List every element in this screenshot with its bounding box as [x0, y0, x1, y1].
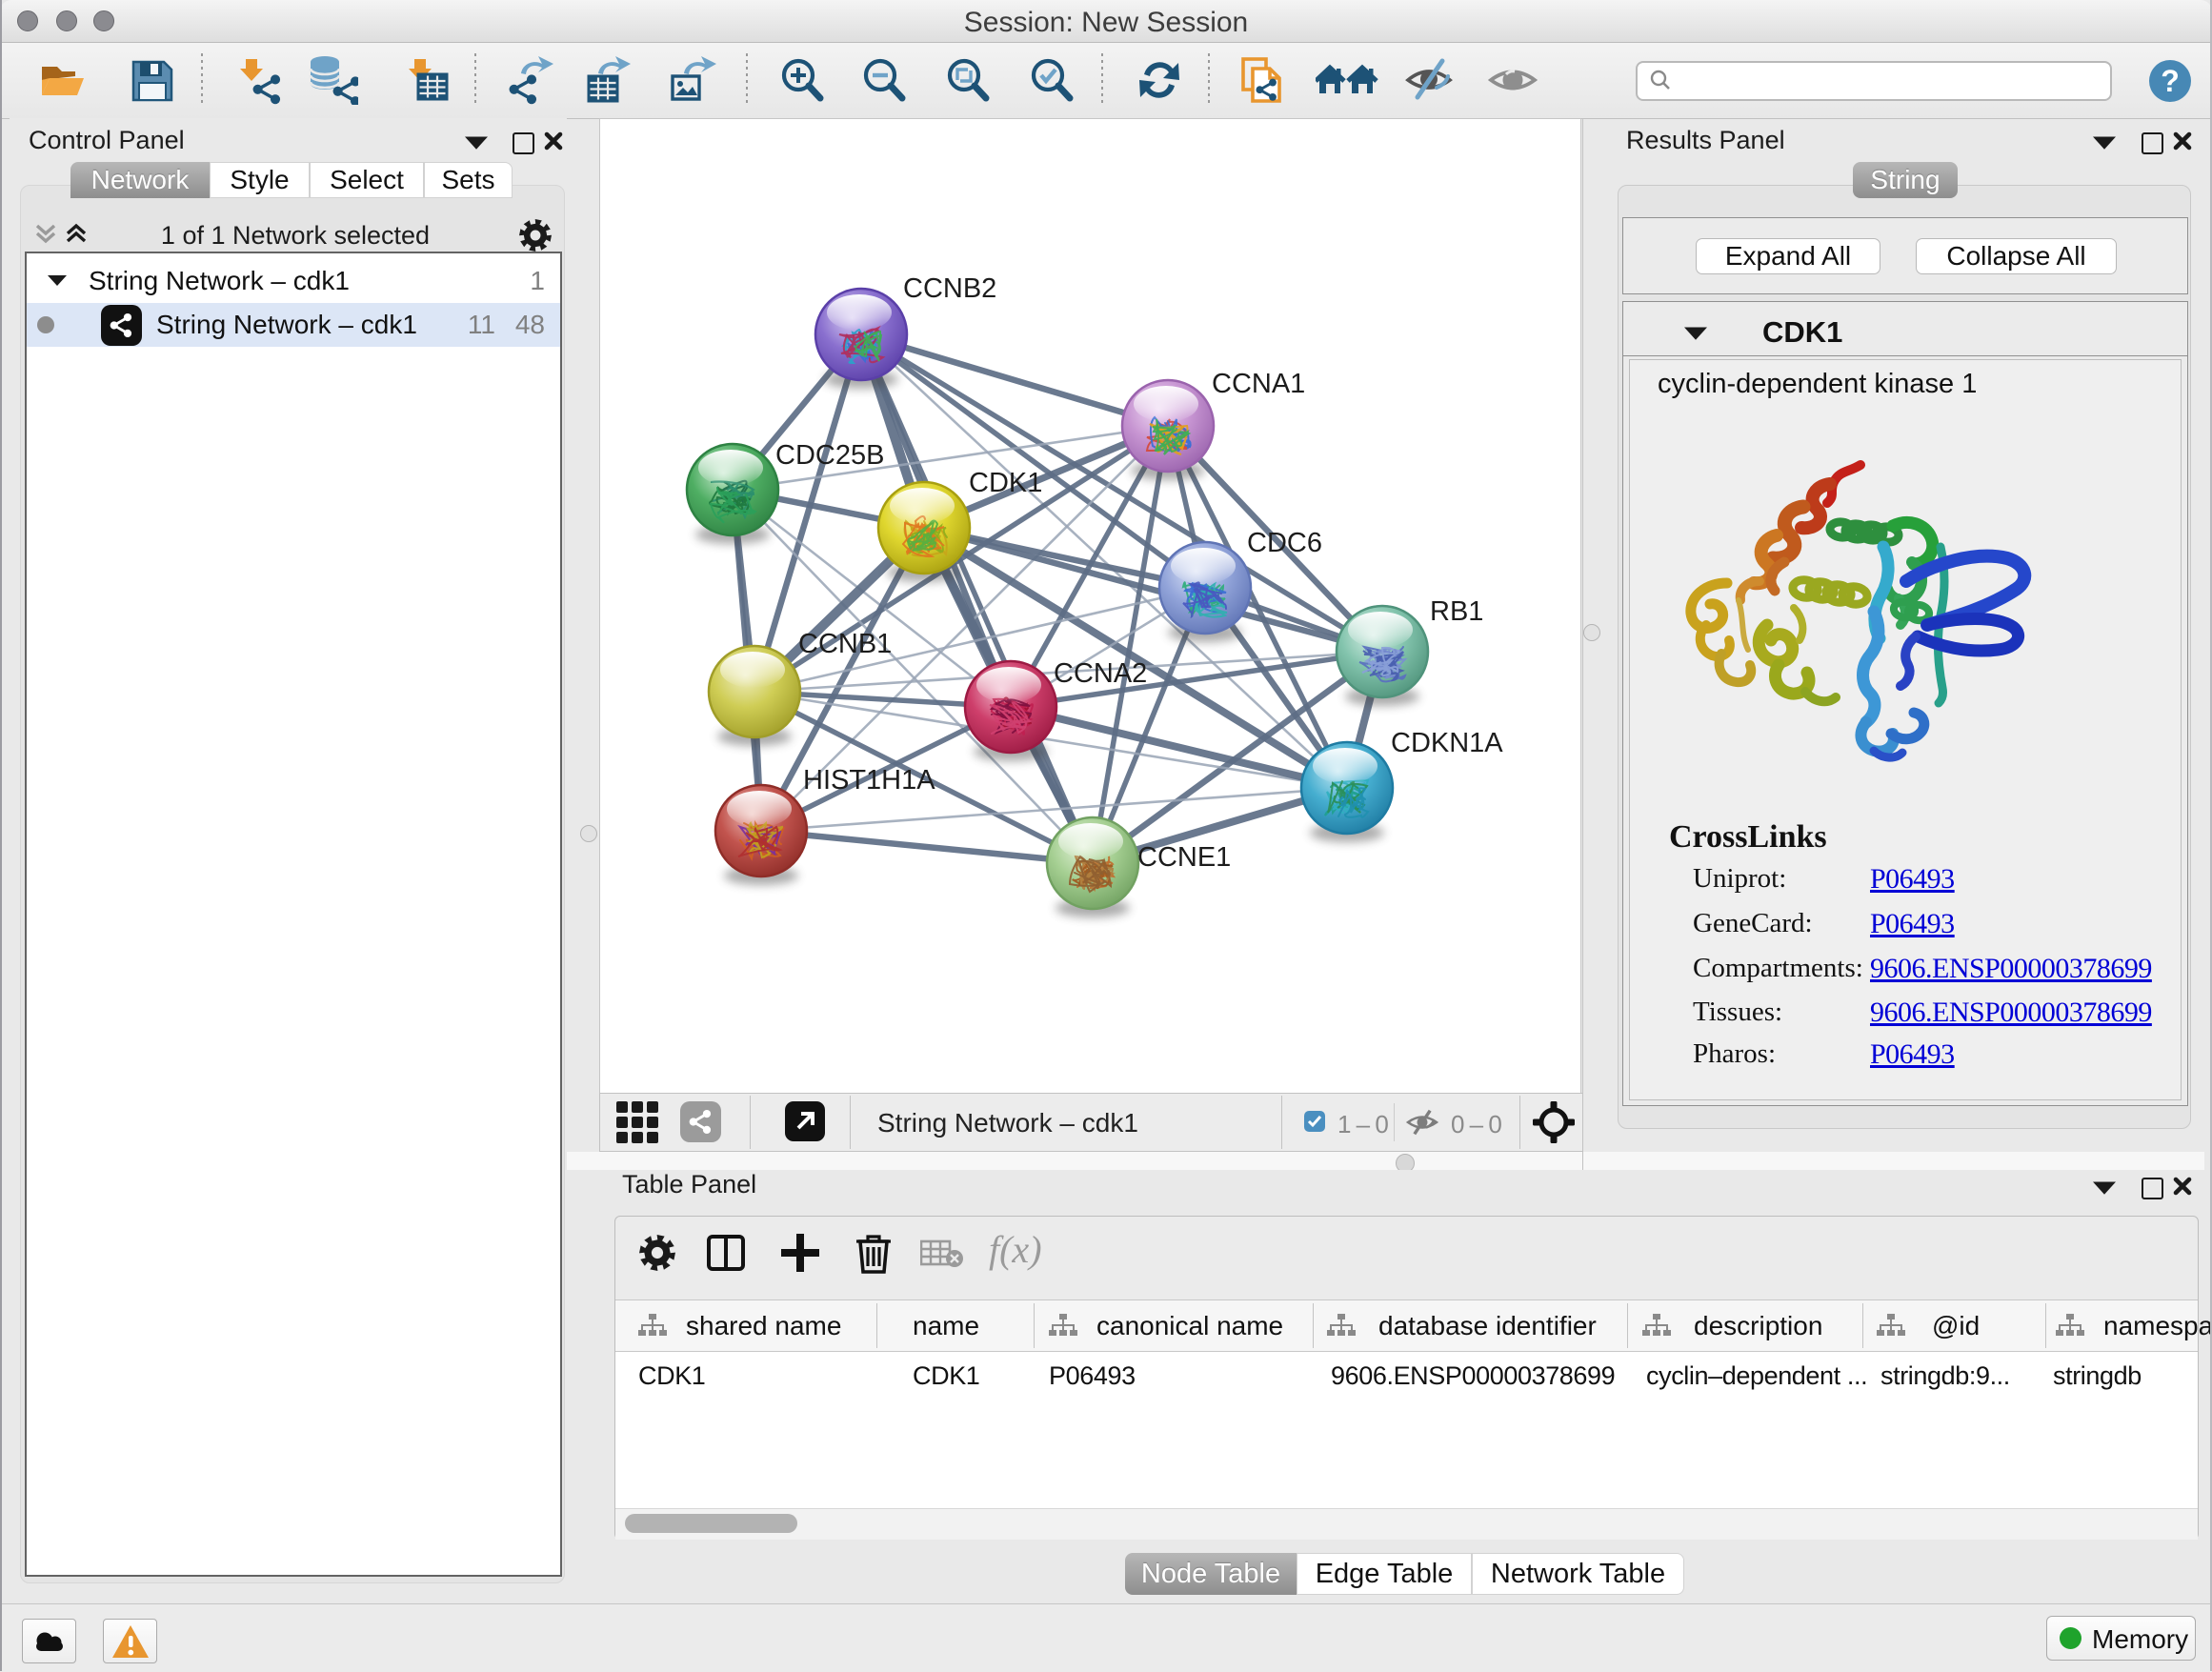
svg-text:CCNE1: CCNE1	[1137, 842, 1231, 873]
svg-text:CCNA1: CCNA1	[1212, 369, 1305, 399]
svg-text:HIST1H1A: HIST1H1A	[803, 765, 935, 796]
svg-text:CDKN1A: CDKN1A	[1391, 728, 1503, 758]
svg-text:CDC6: CDC6	[1247, 528, 1322, 558]
svg-text:CDK1: CDK1	[969, 468, 1042, 498]
svg-text:CDC25B: CDC25B	[775, 440, 884, 471]
svg-text:CCNB1: CCNB1	[798, 629, 892, 659]
svg-text:CCNA2: CCNA2	[1054, 658, 1147, 689]
svg-text:RB1: RB1	[1430, 596, 1483, 627]
svg-text:CCNB2: CCNB2	[903, 273, 996, 304]
